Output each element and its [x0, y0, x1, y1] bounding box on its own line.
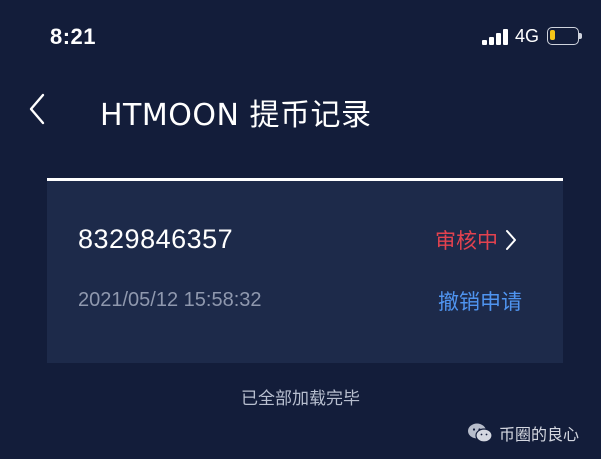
- load-complete-note: 已全部加载完毕: [241, 389, 360, 409]
- record-datetime: 2021/05/12 15:58:32: [78, 289, 262, 311]
- withdrawal-record-card[interactable]: 8329846357 审核中 2021/05/12 15:58:32 撤销申请: [47, 181, 563, 363]
- record-status-link[interactable]: 审核中: [435, 225, 518, 255]
- cancel-request-button[interactable]: 撤销申请: [438, 286, 522, 316]
- chevron-right-icon: [504, 228, 518, 252]
- page-title: HTMOON 提币记录: [100, 98, 372, 133]
- record-id: 8329846357: [78, 224, 234, 254]
- back-icon[interactable]: [24, 92, 54, 126]
- battery-icon: [547, 27, 582, 45]
- wechat-icon: [467, 422, 493, 444]
- navigation-bar: HTMOON 提币记录: [0, 80, 601, 140]
- network-type-label: 4G: [515, 26, 540, 46]
- status-time: 8:21: [50, 24, 97, 49]
- record-status: 审核中: [435, 229, 498, 253]
- watermark: 币圈的良心: [467, 421, 579, 445]
- signal-strength-icon: [482, 28, 510, 45]
- status-bar: 8:21 4G: [0, 0, 601, 70]
- watermark-text: 币圈的良心: [498, 425, 579, 444]
